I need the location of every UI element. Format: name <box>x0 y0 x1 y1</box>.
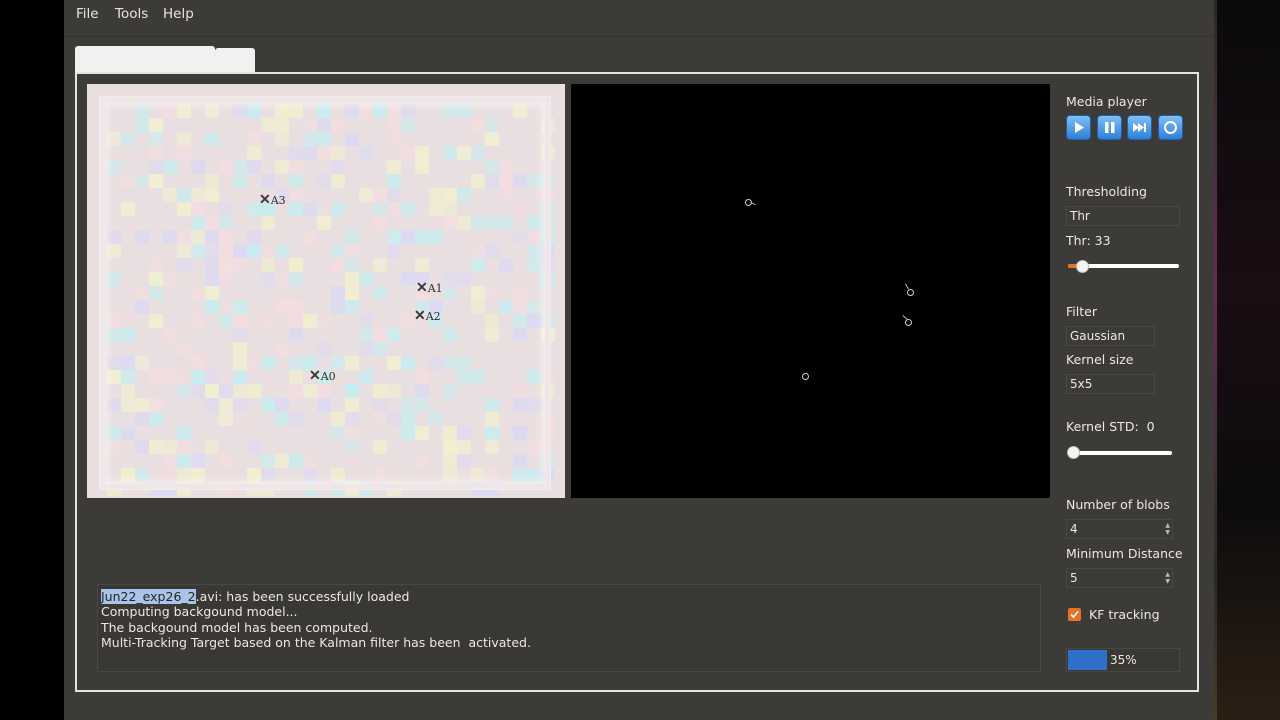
blob <box>802 373 809 380</box>
original-video-view: ✕A3 ✕A1 ✕A2 ✕A0 <box>87 84 565 498</box>
kf-tracking-checkbox[interactable] <box>1068 608 1081 621</box>
kernel-std-slider-handle[interactable] <box>1067 446 1080 459</box>
play-button[interactable] <box>1066 115 1091 140</box>
num-blobs-label: Number of blobs <box>1066 497 1170 512</box>
kernel-std-slider[interactable] <box>1068 451 1172 455</box>
progress-fill <box>1068 650 1107 670</box>
filter-heading: Filter <box>1066 304 1097 319</box>
stop-button[interactable] <box>1158 115 1183 140</box>
threshold-value-label: Thr: 33 <box>1066 233 1111 248</box>
log-line: Computing backgound model... <box>101 604 298 619</box>
log-console[interactable]: Jun22_exp26_2.avi: has been successfully… <box>97 584 1041 672</box>
min-distance-spinbox[interactable]: 5 ▲ ▼ <box>1066 568 1173 588</box>
fish-marker-a1: ✕A1 <box>416 280 443 296</box>
stop-icon <box>1164 121 1177 134</box>
kernel-std-label: Kernel STD: 0 <box>1066 419 1155 434</box>
spinbox-arrows-icon[interactable]: ▲ ▼ <box>1165 522 1170 536</box>
log-line: Jun22_exp26_2.avi: has been successfully… <box>101 589 410 604</box>
blob <box>907 289 914 296</box>
tab-tracking[interactable] <box>75 46 215 72</box>
num-blobs-spinbox[interactable]: 4 ▲ ▼ <box>1066 519 1173 539</box>
media-player-heading: Media player <box>1066 94 1147 109</box>
spinbox-arrows-icon[interactable]: ▲ ▼ <box>1165 571 1170 585</box>
menu-tools[interactable]: Tools <box>115 6 148 22</box>
step-forward-button[interactable] <box>1127 115 1152 140</box>
step-forward-icon <box>1133 123 1146 132</box>
pause-button[interactable] <box>1097 115 1122 140</box>
menu-file[interactable]: File <box>76 6 99 22</box>
check-icon <box>1070 610 1079 619</box>
threshold-video-view <box>571 84 1050 498</box>
pause-icon <box>1105 122 1115 133</box>
kernel-size-label: Kernel size <box>1066 352 1134 367</box>
progress-bar: 35% <box>1066 648 1180 672</box>
tab-secondary[interactable] <box>215 48 255 72</box>
desktop-background <box>1214 0 1280 720</box>
fish-marker-a3: ✕A3 <box>259 192 286 208</box>
kernel-std-value: 0 <box>1146 419 1155 434</box>
filter-type-select[interactable]: Gaussian <box>1066 326 1155 346</box>
fish-marker-a0: ✕A0 <box>309 368 336 384</box>
menu-separator <box>64 36 1214 37</box>
blob-tail <box>905 283 909 290</box>
log-line: The backgound model has been computed. <box>101 620 373 635</box>
kf-tracking-label: KF tracking <box>1089 607 1160 622</box>
play-icon <box>1075 122 1084 133</box>
log-line: Multi-Tracking Target based on the Kalma… <box>101 635 531 650</box>
kernel-size-select[interactable]: 5x5 <box>1066 374 1155 394</box>
thresholding-heading: Thresholding <box>1066 184 1147 199</box>
threshold-slider-handle[interactable] <box>1076 260 1089 273</box>
threshold-method-select[interactable]: Thr <box>1066 206 1180 226</box>
fish-marker-a2: ✕A2 <box>414 308 441 324</box>
menu-help[interactable]: Help <box>163 6 194 22</box>
arena-border <box>99 96 551 490</box>
min-distance-label: Minimum Distance <box>1066 546 1183 561</box>
progress-label: 35% <box>1110 653 1137 667</box>
